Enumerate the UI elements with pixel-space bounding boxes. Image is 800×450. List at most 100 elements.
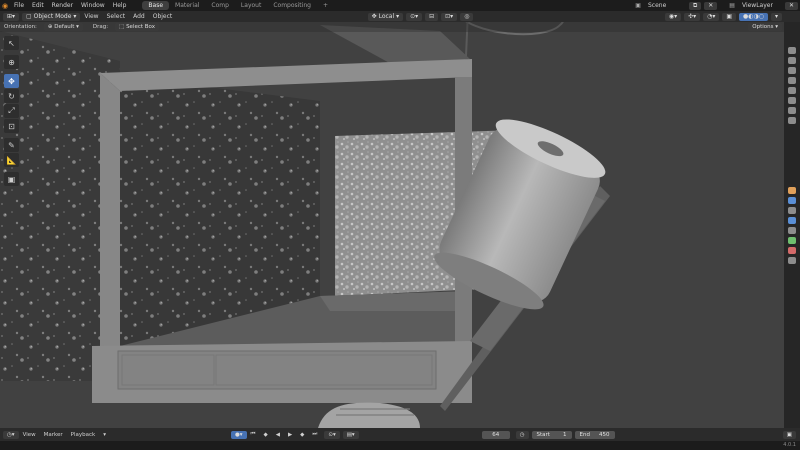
tab-data-icon[interactable] [788,237,796,244]
menu-select[interactable]: Select [103,13,130,20]
tab-tool-icon[interactable] [788,47,796,54]
add-workspace-button[interactable]: + [317,1,334,10]
viewlayer-close-button[interactable]: ✕ [784,1,798,10]
cursor-3d-icon[interactable]: ⊕ [4,55,19,69]
options-button[interactable]: Options ▾ [748,23,782,31]
tab-world-icon[interactable] [788,97,796,104]
tab-material-icon[interactable] [788,247,796,254]
add-cube-icon[interactable]: ▣ [4,172,19,186]
orientation-value: Default [54,24,75,30]
annotate-icon[interactable]: ✎ [4,138,19,152]
tab-scene-icon[interactable] [788,87,796,94]
autokey-icon[interactable]: ▤▾ [342,430,359,439]
pivot-point-icon[interactable]: ⊙▾ [406,12,423,21]
top-bar: ◉ File Edit Render Window Help Base Mate… [0,0,800,11]
start-value: 1 [563,431,567,438]
mode-select[interactable]: ▢ Object Mode ▾ [22,12,81,21]
tab-render-icon[interactable] [788,57,796,64]
tab-physics-icon[interactable] [788,217,796,224]
end-frame-field[interactable]: End 450 [574,430,615,439]
orientation-label: Orientation: [4,24,37,30]
scene-close-button[interactable]: ✕ [704,1,718,10]
drag-label: Drag: [92,24,109,30]
scale-icon[interactable]: ⤢ [4,104,19,118]
end-label: End [579,431,590,438]
measure-icon[interactable]: 📐 [4,153,19,167]
start-frame-field[interactable]: Start 1 [531,430,572,439]
tab-particles-icon[interactable] [788,207,796,214]
object-mode-icon: ▢ [26,12,34,20]
proportional-edit-icon[interactable]: ◎ [460,12,474,21]
tab-comp[interactable]: Comp [205,1,235,10]
snap-icon[interactable]: ⊟ [425,12,439,21]
tab-shader-icon[interactable] [788,257,796,264]
cursor-select-icon[interactable]: ↖ [4,36,19,50]
status-bar: 4.0.1 [0,441,800,450]
visibility-icon[interactable]: ◉▾ [664,12,682,21]
version-label: 4.0.1 [783,442,796,448]
prev-keyframe-icon[interactable]: ◆ [259,432,271,438]
menu-help[interactable]: Help [109,2,131,9]
menu-render[interactable]: Render [48,2,77,9]
menu-edit[interactable]: Edit [28,2,48,9]
tab-compositing[interactable]: Compositing [267,1,317,10]
tab-object-icon[interactable] [788,187,796,194]
tab-base[interactable]: Base [142,1,170,10]
tab-material[interactable]: Material [169,1,205,10]
rotate-icon[interactable]: ↻ [4,89,19,103]
properties-tab-strip [784,22,800,428]
menu-add[interactable]: Add [129,13,149,20]
play-reverse-icon[interactable]: ◀ [272,432,284,438]
gizmo-icon[interactable]: ✣▾ [684,12,701,21]
transform-label: Local [378,12,395,20]
timeline-menu-view[interactable]: View [19,432,40,438]
current-frame-field[interactable]: 64 [481,430,510,439]
blender-logo-icon[interactable]: ◉ [0,2,10,10]
play-icon[interactable]: ▶ [284,432,296,438]
tab-layout[interactable]: Layout [235,1,267,10]
keying-set-icon[interactable]: ⊙▾ [324,430,340,439]
drag-select[interactable]: ⬚ Select Box [115,23,160,31]
shading-options-icon[interactable]: ▾ [771,12,783,21]
menu-view[interactable]: View [80,13,102,20]
timeline-menu-playback[interactable]: Playback [67,432,100,438]
preview-range-icon[interactable]: ◷ [515,430,529,439]
jump-end-icon[interactable]: ⏭ [308,431,321,438]
timeline-collapse-icon[interactable]: ▣ [782,430,796,439]
transform-orientation-select[interactable]: ✥ Local ▾ [367,12,404,21]
orientation-select[interactable]: ⊕ Default ▾ [43,23,83,31]
viewlayer-name[interactable]: ViewLayer [738,2,782,9]
drag-value: Select Box [126,24,156,30]
shading-modes-icon[interactable]: ●◐◑○ [739,12,768,21]
menu-object[interactable]: Object [149,13,177,20]
transform-icon[interactable]: ⊡ [4,119,19,133]
xray-icon[interactable]: ▣ [722,12,737,21]
tool-shelf: ↖ ⊕ ✥ ↻ ⤢ ⊡ ✎ 📐 ▣ [4,36,19,186]
playback-dropdown-icon[interactable]: ▾ [99,432,110,438]
tab-view-layer-icon[interactable] [788,77,796,84]
scene-copy-button[interactable]: ⧉ [688,1,702,10]
timeline-menu-marker[interactable]: Marker [40,432,67,438]
next-keyframe-icon[interactable]: ◆ [296,432,308,438]
overlay-icon[interactable]: ◔▾ [703,12,720,21]
scene-name[interactable]: Scene [644,2,686,9]
tab-constraints-icon[interactable] [788,227,796,234]
mode-label: Object Mode [33,12,72,20]
tool-settings-bar: Orientation: ⊕ Default ▾ Drag: ⬚ Select … [0,22,800,32]
move-icon[interactable]: ✥ [4,74,19,88]
tab-output-icon[interactable] [788,67,796,74]
menu-window[interactable]: Window [77,2,109,9]
viewport-scene [0,11,784,428]
start-label: Start [536,431,550,438]
tab-texture-icon[interactable] [788,117,796,124]
snap-target-icon[interactable]: ⊡▾ [441,12,458,21]
tab-collection-icon[interactable] [788,107,796,114]
viewlayer-icon: ▤ [729,2,735,9]
jump-start-icon[interactable]: ⏮ [247,431,260,438]
record-keyframe-icon[interactable]: ●▾ [230,430,247,439]
editor-type-icon[interactable]: ⊞▾ [3,12,20,21]
timeline-editor-icon[interactable]: ◷▾ [3,430,19,439]
3d-viewport[interactable] [0,11,784,428]
menu-file[interactable]: File [10,2,28,9]
tab-modifier-icon[interactable] [788,197,796,204]
